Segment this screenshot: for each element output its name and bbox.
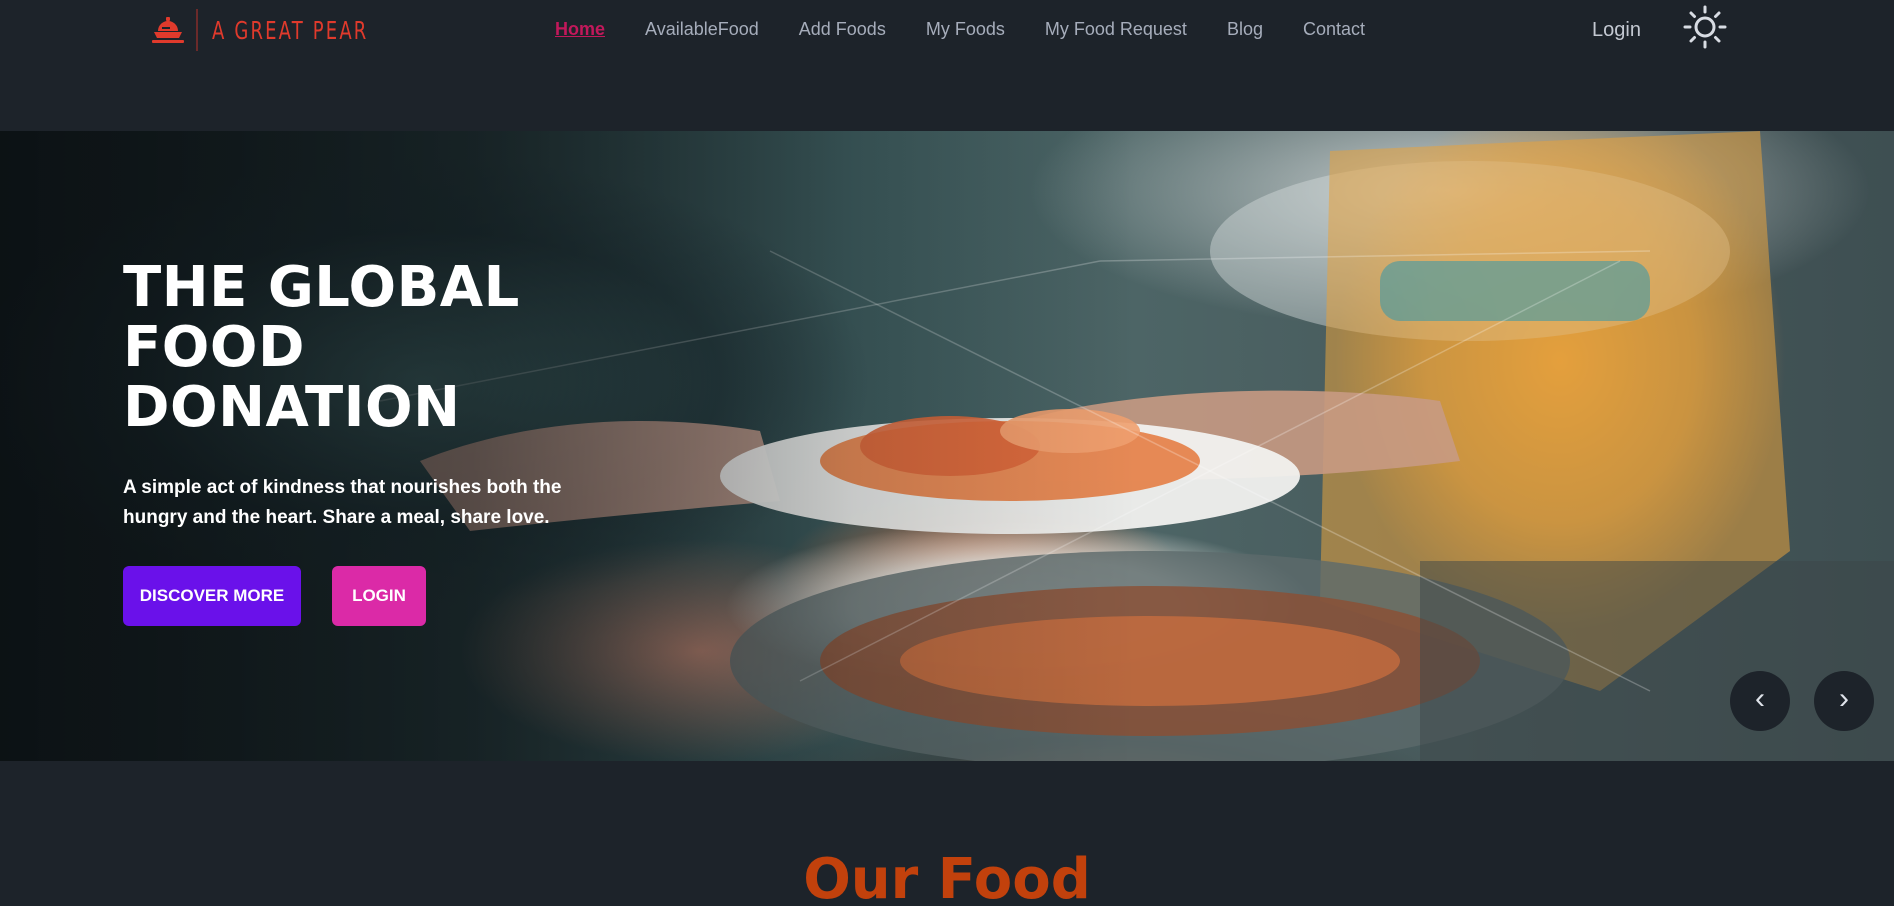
sun-icon[interactable]: [1683, 5, 1727, 49]
hero-content: THE GLOBAL FOOD DONATION A simple act of…: [123, 258, 643, 626]
hero-subtitle: A simple act of kindness that nourishes …: [123, 477, 562, 528]
brand-logo[interactable]: A GREAT PEAR: [148, 8, 429, 52]
hero-login-button[interactable]: LOGIN: [332, 566, 426, 626]
nav-item-add-foods[interactable]: Add Foods: [799, 16, 886, 42]
brand-divider: [196, 9, 198, 51]
discover-more-button[interactable]: DISCOVER MORE: [123, 566, 301, 626]
nav-item-my-food-request[interactable]: My Food Request: [1045, 16, 1187, 42]
nav-item-contact[interactable]: Contact: [1303, 16, 1365, 42]
nav-item-my-foods[interactable]: My Foods: [926, 16, 1005, 42]
carousel-next-button[interactable]: ›: [1814, 671, 1874, 731]
nav-item-available-food[interactable]: AvailableFood: [645, 16, 759, 42]
nav-item-home[interactable]: Home: [555, 16, 605, 42]
food-tray-icon: [152, 17, 184, 43]
hero-title: THE GLOBAL FOOD DONATION: [123, 255, 520, 440]
main-nav: Home AvailableFood Add Foods My Foods My…: [555, 16, 1405, 42]
our-food-heading: Our Food: [803, 847, 1091, 906]
navbar: A GREAT PEAR Home AvailableFood Add Food…: [0, 0, 1894, 60]
nav-item-blog[interactable]: Blog: [1227, 16, 1263, 42]
hero-buttons: DISCOVER MORE LOGIN: [123, 566, 643, 626]
carousel-prev-button[interactable]: ‹: [1730, 671, 1790, 731]
brand-name: A GREAT PEAR: [212, 15, 369, 45]
hero-carousel: THE GLOBAL FOOD DONATION A simple act of…: [0, 131, 1894, 761]
login-link[interactable]: Login: [1592, 16, 1641, 44]
